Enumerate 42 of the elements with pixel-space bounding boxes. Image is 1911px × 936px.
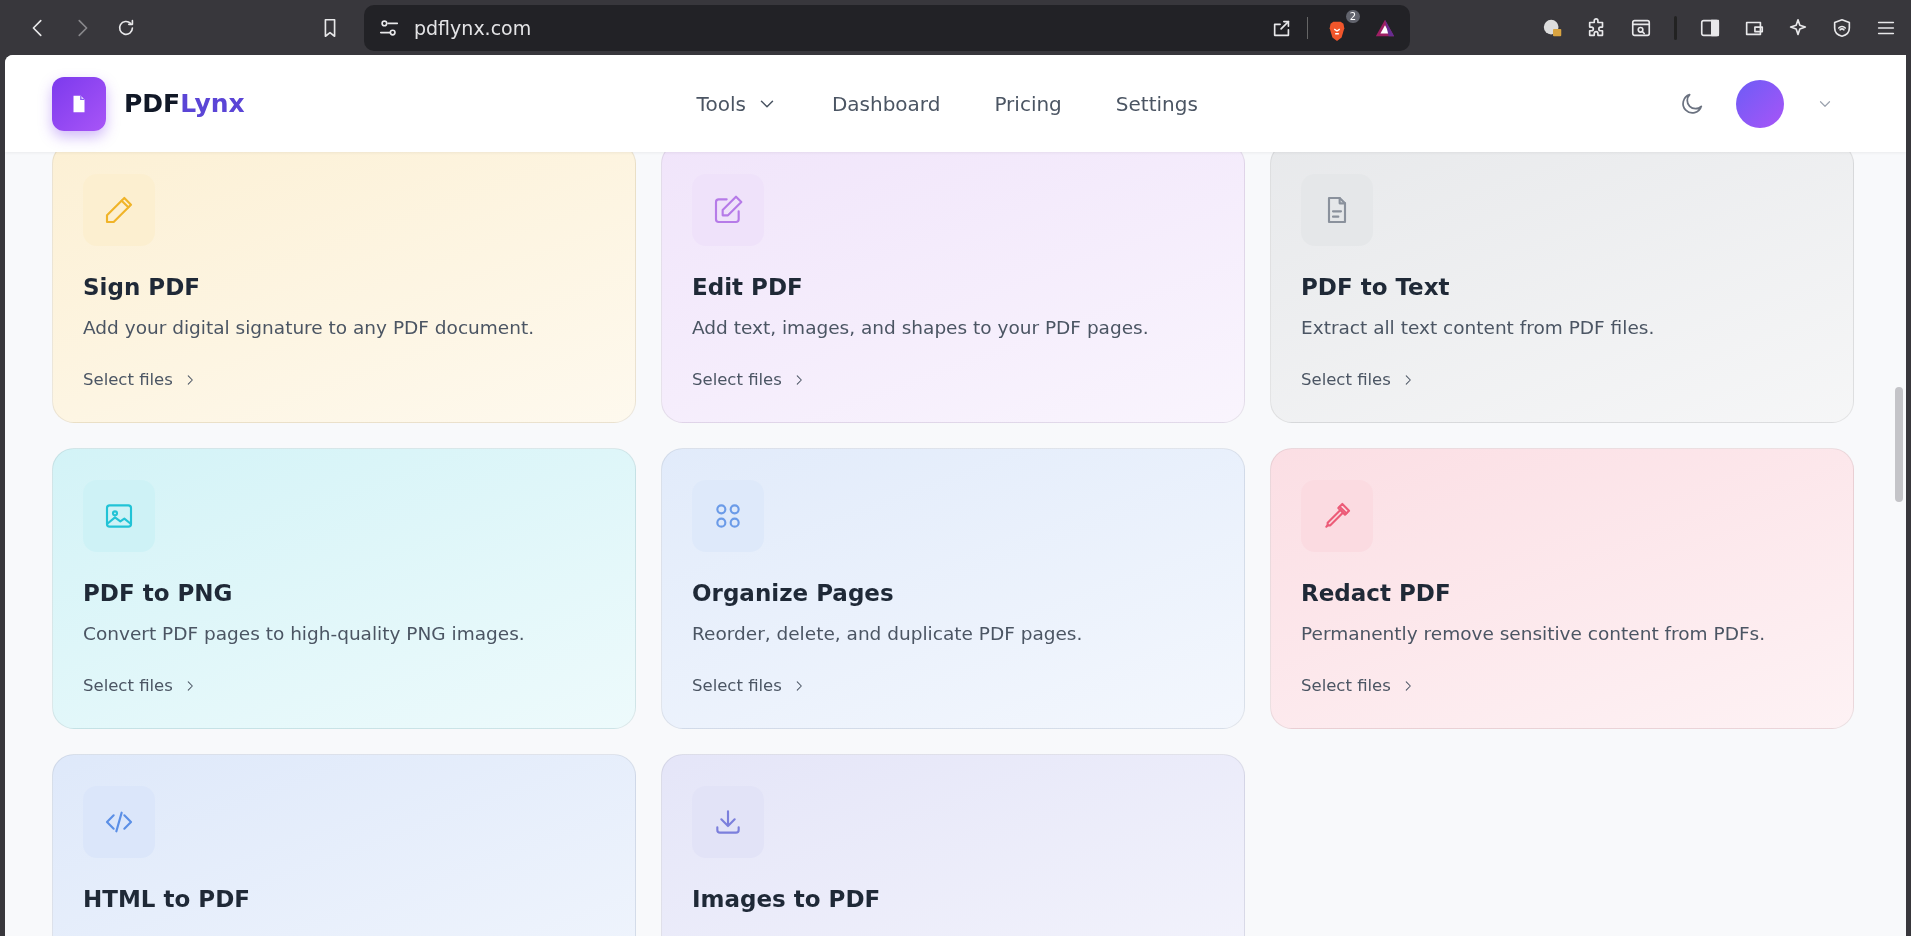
avatar[interactable] bbox=[1736, 79, 1784, 128]
logo-badge[interactable] bbox=[52, 76, 106, 131]
card-title: PDF to PNG bbox=[83, 580, 233, 606]
select-files-link[interactable]: Select files bbox=[1301, 676, 1415, 695]
shield-icon[interactable] bbox=[1831, 16, 1853, 39]
card-title: Sign PDF bbox=[83, 274, 200, 300]
select-files-link[interactable]: Select files bbox=[1301, 370, 1415, 389]
nav-link[interactable]: Settings bbox=[1115, 91, 1198, 116]
shields-button[interactable]: 2 bbox=[1326, 9, 1360, 46]
card-title: PDF to Text bbox=[1301, 274, 1450, 300]
brand-name: PDF bbox=[124, 89, 181, 118]
select-files-link[interactable]: Select files bbox=[692, 676, 806, 695]
card-description: Reorder, delete, and duplicate PDF pages. bbox=[692, 623, 1083, 644]
card-description: Permanently remove sensitive content from PDFs. bbox=[1301, 623, 1766, 644]
select-files-link[interactable]: Select files bbox=[83, 370, 197, 389]
tool-card[interactable]: Redact PDF Permanently remove sensitive content from PDFs. Select files bbox=[1270, 448, 1854, 729]
card-description: Add your digital signature to any PDF document. bbox=[83, 317, 535, 338]
tool-card[interactable]: Edit PDF Add text, images, and shapes to your PDF pages. Select files bbox=[661, 152, 1245, 423]
count-badge: 2 bbox=[1345, 9, 1360, 23]
tool-card[interactable]: Images to PDF bbox=[661, 754, 1245, 936]
card-description: Add text, images, and shapes to your PDF pages. bbox=[692, 317, 1149, 338]
address-bar[interactable]: pdflynx.com 2 bbox=[364, 4, 1410, 51]
nav-link[interactable]: Dashboard bbox=[831, 91, 941, 116]
card-title: Edit PDF bbox=[692, 274, 803, 300]
tool-card[interactable]: Sign PDF Add your digital signature to any PDF document. Select files bbox=[52, 152, 636, 423]
select-files-link[interactable]: Select files bbox=[83, 676, 197, 695]
tool-card[interactable]: PDF to PNG Convert PDF pages to high-quality PNG images. Select files bbox=[52, 448, 636, 729]
nav-link[interactable]: Pricing bbox=[994, 91, 1062, 116]
card-title: HTML to PDF bbox=[83, 886, 250, 912]
url-text: pdflynx.com bbox=[414, 16, 533, 39]
tools-menu[interactable]: Tools bbox=[696, 91, 778, 116]
scrollbar-thumb[interactable] bbox=[1895, 387, 1903, 502]
card-title: Organize Pages bbox=[692, 580, 894, 606]
tool-card[interactable]: HTML to PDF bbox=[52, 754, 636, 936]
card-description: Extract all text content from PDF files. bbox=[1301, 317, 1655, 338]
select-files-link[interactable]: Select files bbox=[692, 370, 806, 389]
tool-card[interactable]: Organize Pages Reorder, delete, and duplicate PDF pages. Select files bbox=[661, 448, 1245, 729]
card-title: Images to PDF bbox=[692, 886, 881, 912]
tool-card[interactable]: PDF to Text Extract all text content from PDF files. Select files bbox=[1270, 152, 1854, 423]
brand-name-accent: Lynx bbox=[180, 89, 245, 118]
card-description: Convert PDF pages to high-quality PNG images. bbox=[83, 623, 525, 644]
card-title: Redact PDF bbox=[1301, 580, 1451, 606]
